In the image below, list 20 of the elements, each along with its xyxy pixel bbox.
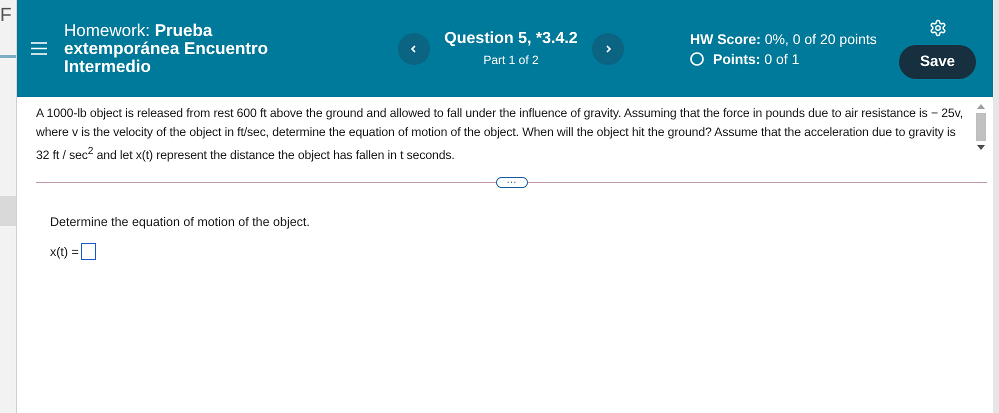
scrollbar-thumb[interactable] xyxy=(976,113,986,141)
chevron-left-icon xyxy=(410,44,418,54)
part-prompt: Determine the equation of motion of the object. xyxy=(50,215,311,230)
answer-field[interactable] xyxy=(80,243,96,260)
problem-text: A 1000-lb object is released from rest 600 ft above the ground and allowed to fall under the influence of gravity. Assuming that the force in pounds due to air resistance is − 25v, where v is the velocity of the object in ft/sec, determine the equation of motion of the object. When will the object hit the ground? Assume that the acceleration due to gravity is 32 ft / sec$^{2}$ and let x(t) represent the distance the object has fallen in t seconds. xyxy=(36,105,964,164)
save-button[interactable]: Save xyxy=(899,44,976,78)
side-panel-text: F xyxy=(0,4,13,28)
scroll-up-arrow-icon[interactable] xyxy=(977,104,985,109)
question-title: Question 5, *3.4.2 xyxy=(444,30,578,48)
circle-icon xyxy=(690,52,704,66)
settings-icon[interactable] xyxy=(928,18,946,36)
chevron-right-icon xyxy=(604,44,612,54)
hw-score: HW Score: 0%, 0 of 20 points xyxy=(690,30,877,46)
points-score: Points: 0 of 1 xyxy=(713,50,800,66)
homework-title: Homework: Prueba extemporánea Encuentro Intermedio xyxy=(64,22,270,76)
menu-icon[interactable] xyxy=(31,42,47,55)
scroll-down-arrow-icon[interactable] xyxy=(977,145,985,150)
answer-label: x(t) = xyxy=(50,244,79,259)
expand-button[interactable]: ··· xyxy=(496,177,528,188)
part-label: Part 1 of 2 xyxy=(483,53,539,67)
